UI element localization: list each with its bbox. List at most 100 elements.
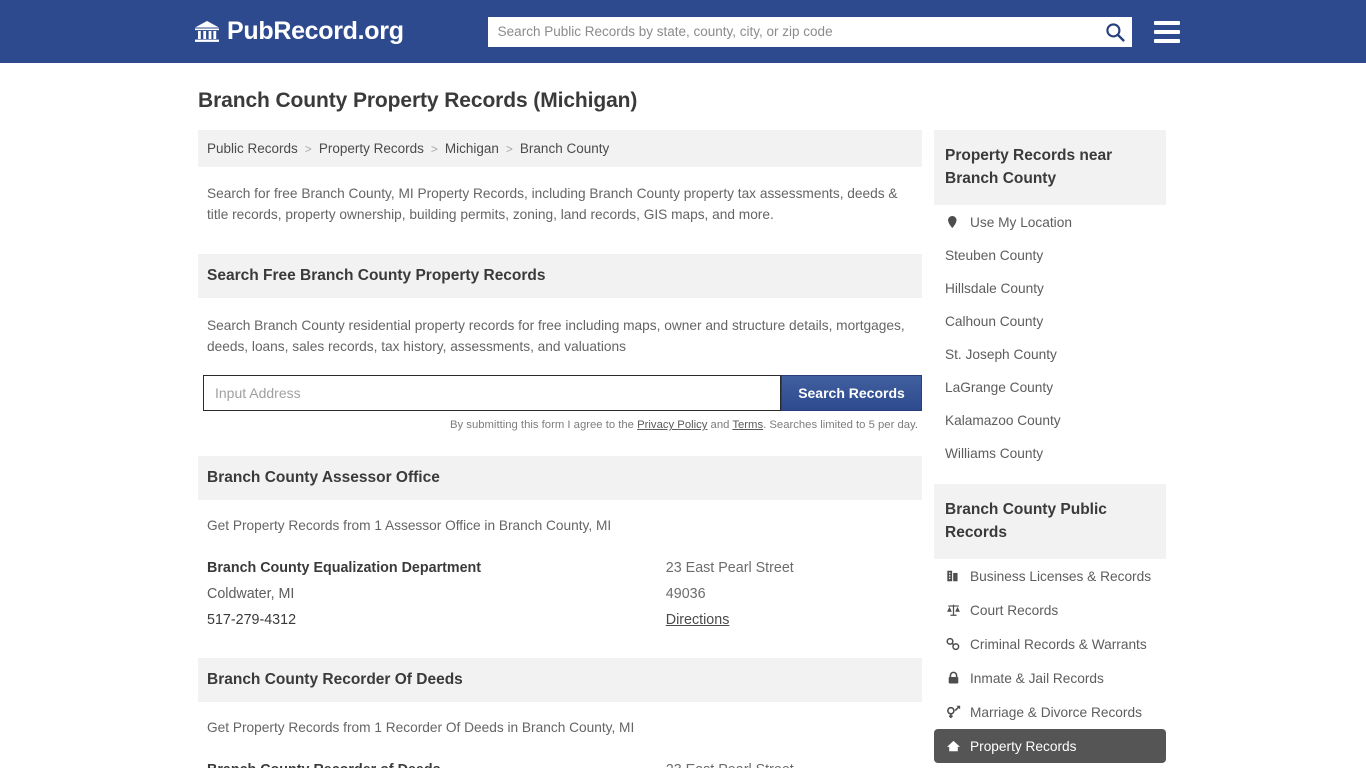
office-entry: Branch County Recorder of Deeds Coldwate… bbox=[198, 735, 922, 768]
hamburger-bar bbox=[1153, 29, 1180, 34]
sidebar-item-st-joseph-county[interactable]: St. Joseph County bbox=[934, 338, 1166, 371]
sidebar-item-criminal-records[interactable]: Criminal Records & Warrants bbox=[934, 627, 1166, 661]
sidebar-item-label: Court Records bbox=[970, 602, 1059, 618]
sidebar-item-label: Steuben County bbox=[945, 248, 1044, 263]
main-content: Public Records > Property Records > Mich… bbox=[198, 130, 922, 768]
sidebar-item-label: Calhoun County bbox=[945, 314, 1044, 329]
breadcrumb-separator: > bbox=[304, 141, 312, 156]
breadcrumb-item-branch-county: Branch County bbox=[519, 141, 610, 156]
list-item: Steuben County bbox=[934, 239, 1166, 272]
breadcrumb-separator: > bbox=[430, 141, 438, 156]
site-logo[interactable]: PubRecord.org bbox=[194, 17, 404, 46]
venus-mars-icon bbox=[945, 704, 961, 720]
sidebar-item-label: Business Licenses & Records bbox=[970, 568, 1152, 584]
section-heading: Branch County Recorder Of Deeds bbox=[198, 658, 922, 702]
sidebar-item-property-records[interactable]: Property Records bbox=[934, 729, 1166, 763]
breadcrumb-list: Public Records > Property Records > Mich… bbox=[207, 141, 913, 156]
list-item: Court Records bbox=[934, 593, 1166, 627]
list-item: St. Joseph County bbox=[934, 338, 1166, 371]
hamburger-menu-icon[interactable] bbox=[1153, 20, 1180, 43]
sidebar-item-label: LaGrange County bbox=[945, 380, 1054, 395]
lock-icon bbox=[945, 670, 961, 686]
list-item: Criminal Records & Warrants bbox=[934, 627, 1166, 661]
office-street: 23 East Pearl Street bbox=[665, 560, 794, 576]
content-columns: Public Records > Property Records > Mich… bbox=[198, 130, 1366, 768]
search-input[interactable] bbox=[487, 16, 1132, 47]
breadcrumb: Public Records > Property Records > Mich… bbox=[198, 130, 922, 167]
list-item: Williams County bbox=[934, 437, 1166, 470]
recorder-of-deeds-section: Branch County Recorder Of Deeds Get Prop… bbox=[198, 658, 922, 768]
office-left-column: Branch County Recorder of Deeds Coldwate… bbox=[207, 757, 666, 768]
sidebar-public-records-heading: Branch County Public Records bbox=[934, 484, 1166, 559]
terms-link[interactable]: Terms bbox=[732, 419, 763, 431]
form-disclaimer: By submitting this form I agree to the P… bbox=[198, 411, 922, 431]
sidebar-item-williams-county[interactable]: Williams County bbox=[934, 437, 1166, 470]
sidebar-item-inmate-jail-records[interactable]: Inmate & Jail Records bbox=[934, 661, 1166, 695]
list-item: Use My Location bbox=[934, 205, 1166, 239]
home-icon bbox=[945, 738, 961, 754]
list-item: Hillsdale County bbox=[934, 272, 1166, 305]
office-street: 23 East Pearl Street bbox=[666, 757, 913, 768]
disclaimer-mid: and bbox=[707, 419, 733, 431]
office-city-state: Coldwater, MI bbox=[207, 586, 295, 602]
sidebar-item-calhoun-county[interactable]: Calhoun County bbox=[934, 305, 1166, 338]
sidebar-item-label: St. Joseph County bbox=[945, 347, 1057, 362]
search-records-button[interactable]: Search Records bbox=[781, 375, 922, 411]
sidebar-item-steuben-county[interactable]: Steuben County bbox=[934, 239, 1166, 272]
sidebar-item-kalamazoo-county[interactable]: Kalamazoo County bbox=[934, 404, 1166, 437]
sidebar-item-label: Use My Location bbox=[970, 214, 1072, 230]
bank-building-icon bbox=[194, 19, 220, 45]
section-subtitle: Get Property Records from 1 Recorder Of … bbox=[207, 720, 635, 735]
privacy-policy-link[interactable]: Privacy Policy bbox=[637, 419, 707, 431]
briefcase-icon bbox=[945, 568, 961, 584]
disclaimer-suffix: . Searches limited to 5 per day. bbox=[763, 419, 918, 431]
office-right-column: 23 East Pearl Street 49036 Directions bbox=[666, 757, 913, 768]
office-right-column: 23 East Pearl Street 49036 Directions bbox=[666, 555, 913, 633]
list-item: Marriage & Divorce Records bbox=[934, 695, 1166, 729]
hamburger-bar bbox=[1153, 38, 1180, 43]
sidebar-item-use-my-location[interactable]: Use My Location bbox=[934, 205, 1166, 239]
sidebar-item-label: Inmate & Jail Records bbox=[970, 670, 1104, 686]
sidebar-item-marriage-divorce-records[interactable]: Marriage & Divorce Records bbox=[934, 695, 1166, 729]
list-item: Calhoun County bbox=[934, 305, 1166, 338]
sidebar-item-label: Williams County bbox=[945, 446, 1044, 461]
directions-link[interactable]: Directions bbox=[666, 612, 730, 628]
hamburger-bar bbox=[1153, 20, 1180, 25]
search-icon[interactable] bbox=[1105, 22, 1125, 42]
sidebar-item-court-records[interactable]: Court Records bbox=[934, 593, 1166, 627]
section-subtitle: Get Property Records from 1 Assessor Off… bbox=[207, 518, 612, 533]
sidebar-nearby-list: Use My Location Steuben County Hillsdale… bbox=[934, 205, 1166, 470]
sidebar-nearby-heading: Property Records near Branch County bbox=[934, 130, 1166, 205]
sidebar-item-hillsdale-county[interactable]: Hillsdale County bbox=[934, 272, 1166, 305]
sidebar-item-label: Criminal Records & Warrants bbox=[970, 636, 1147, 652]
list-item: Business Licenses & Records bbox=[934, 559, 1166, 593]
search-records-panel: Search Free Branch County Property Recor… bbox=[198, 254, 922, 431]
map-pin-icon bbox=[945, 214, 961, 230]
list-item: LaGrange County bbox=[934, 371, 1166, 404]
office-entry: Branch County Equalization Department Co… bbox=[198, 533, 922, 633]
office-zip: 49036 bbox=[665, 586, 706, 602]
sidebar-item-lagrange-county[interactable]: LaGrange County bbox=[934, 371, 1166, 404]
page-title: Branch County Property Records (Michigan… bbox=[198, 89, 638, 112]
office-name: Branch County Recorder of Deeds bbox=[207, 757, 666, 768]
breadcrumb-item-michigan[interactable]: Michigan bbox=[445, 141, 499, 156]
search-records-heading: Search Free Branch County Property Recor… bbox=[198, 254, 922, 298]
breadcrumb-item-property-records[interactable]: Property Records bbox=[319, 141, 424, 156]
section-heading: Branch County Assessor Office bbox=[198, 456, 922, 500]
breadcrumb-item-public-records[interactable]: Public Records bbox=[207, 141, 298, 156]
breadcrumb-separator: > bbox=[505, 141, 513, 156]
office-phone: 517-279-4312 bbox=[207, 612, 297, 628]
sidebar-item-label: Hillsdale County bbox=[945, 281, 1044, 296]
page-intro-text: Search for free Branch County, MI Proper… bbox=[207, 186, 898, 222]
search-records-description: Search Branch County residential propert… bbox=[207, 318, 905, 354]
page-container: Branch County Property Records (Michigan… bbox=[0, 89, 1366, 768]
list-item: Property Records bbox=[934, 729, 1166, 763]
sidebar-item-business-licenses[interactable]: Business Licenses & Records bbox=[934, 559, 1166, 593]
sidebar-item-label: Property Records bbox=[970, 738, 1077, 754]
disclaimer-prefix: By submitting this form I agree to the bbox=[449, 419, 638, 431]
assessor-office-section: Branch County Assessor Office Get Proper… bbox=[198, 456, 922, 633]
office-left-column: Branch County Equalization Department Co… bbox=[207, 555, 666, 633]
address-input[interactable] bbox=[203, 375, 781, 411]
sidebar-public-records-list: Business Licenses & Records Court Record… bbox=[934, 559, 1166, 763]
